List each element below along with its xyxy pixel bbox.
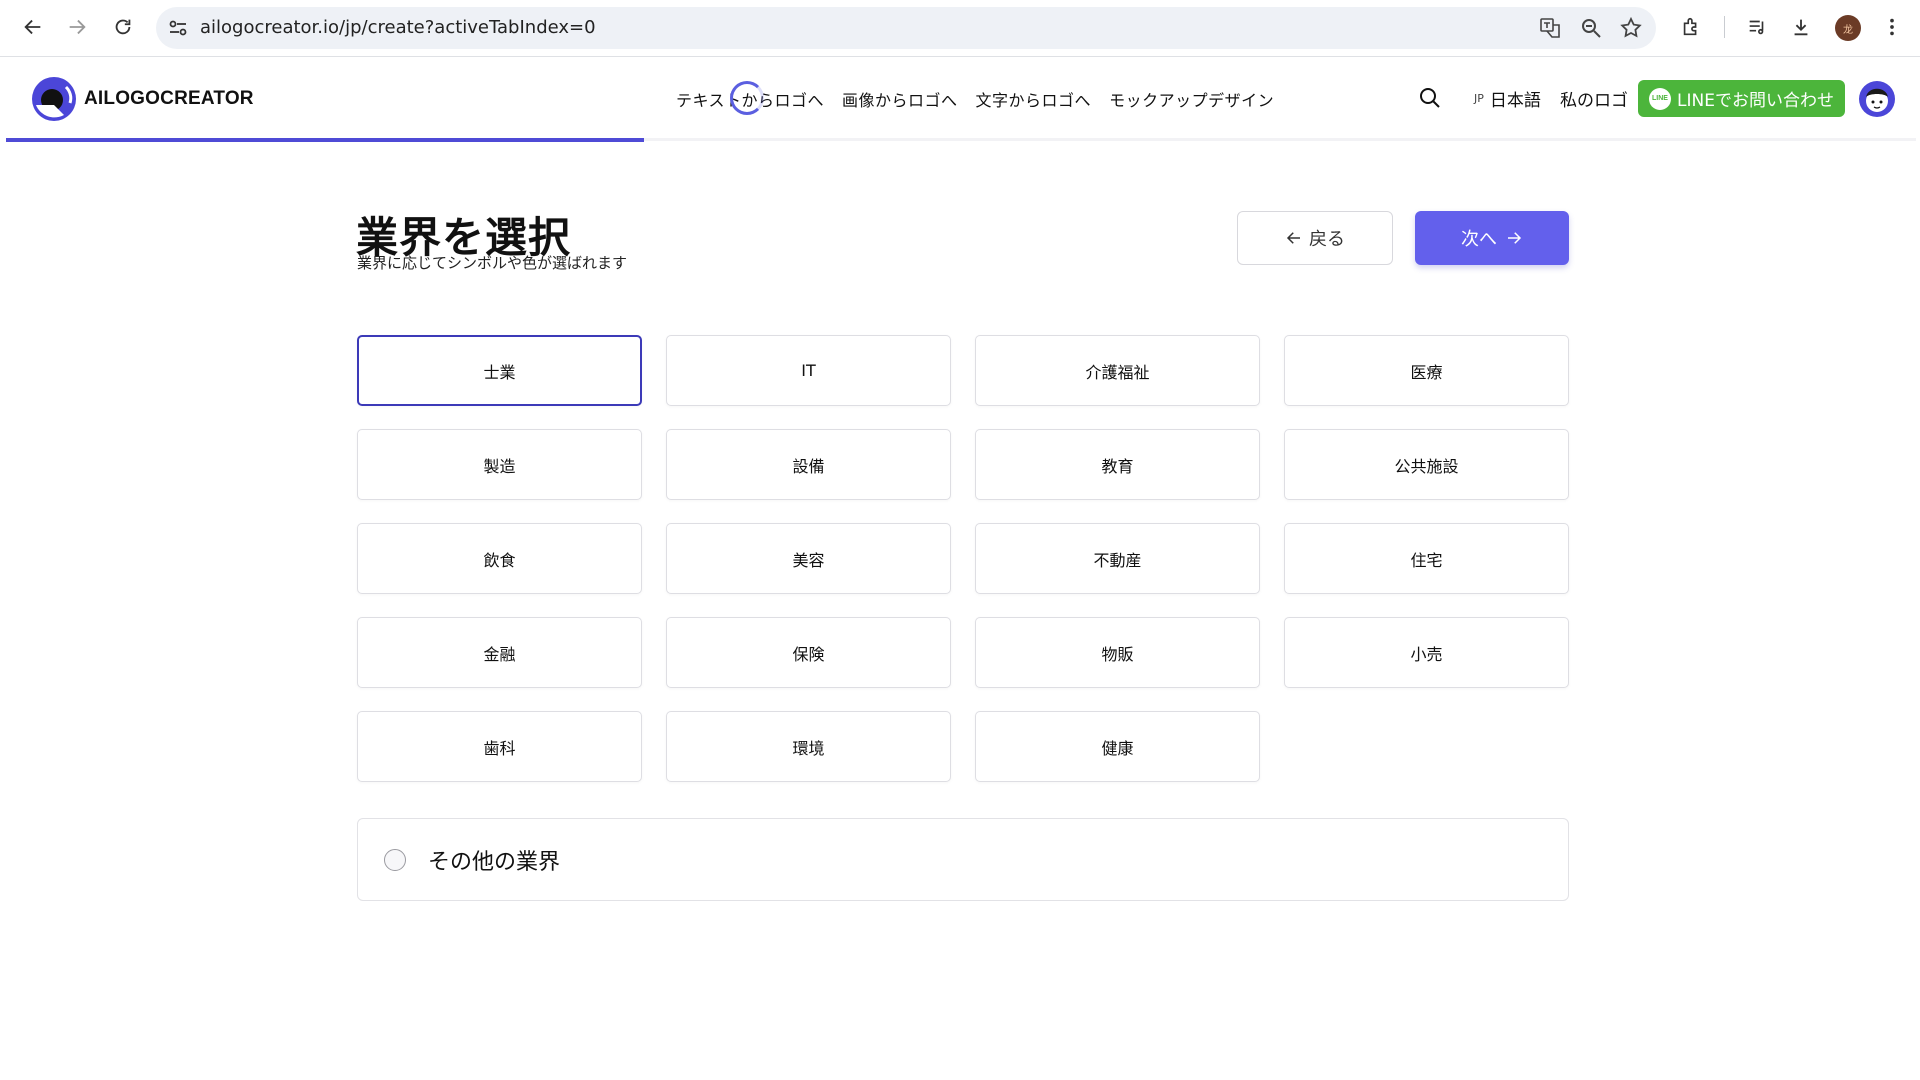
nav-mockup-design[interactable]: モックアップデザイン — [1109, 87, 1274, 111]
forward-arrow-icon[interactable] — [60, 10, 94, 44]
industry-card[interactable]: 歯科 — [357, 711, 642, 782]
site-logo[interactable]: AILOGOCREATOR — [30, 75, 254, 123]
industry-card[interactable]: 小売 — [1284, 617, 1569, 688]
language-code: JP — [1474, 91, 1484, 105]
next-button[interactable]: 次へ — [1415, 211, 1569, 265]
step-progress-fill — [6, 138, 644, 142]
nav-image-to-logo[interactable]: 画像からロゴへ — [842, 87, 958, 111]
industry-card[interactable]: 健康 — [975, 711, 1260, 782]
industry-card[interactable]: 環境 — [666, 711, 951, 782]
back-label: 戻る — [1309, 229, 1345, 250]
industry-card[interactable]: 飲食 — [357, 523, 642, 594]
page-subtitle: 業界に応じてシンボルや色が選ばれます — [357, 254, 628, 272]
language-label: 日本語 — [1489, 90, 1541, 111]
profile-initial: 龙 — [1843, 24, 1853, 36]
nav-character-to-logo[interactable]: 文字からロゴへ — [976, 87, 1092, 111]
line-contact-button[interactable]: LINE LINEでお問い合わせ — [1638, 80, 1845, 117]
download-icon[interactable] — [1786, 12, 1816, 42]
logo-mark-icon — [32, 77, 76, 121]
industry-card[interactable]: 保険 — [666, 617, 951, 688]
arrow-left-icon — [1286, 232, 1300, 244]
loading-spinner-icon — [730, 81, 764, 115]
url-text[interactable]: ailogocreator.io/jp/create?activeTabInde… — [200, 17, 596, 38]
back-arrow-icon[interactable] — [16, 10, 50, 44]
arrow-right-icon — [1508, 232, 1522, 244]
next-label: 次へ — [1461, 229, 1497, 250]
industry-card[interactable]: 公共施設 — [1284, 429, 1569, 500]
kebab-menu-icon[interactable] — [1877, 12, 1907, 42]
logo-text: AILOGOCREATOR — [84, 88, 254, 109]
industry-card[interactable]: 士業 — [357, 335, 642, 406]
site-settings-icon[interactable] — [166, 16, 190, 40]
industry-card[interactable]: 金融 — [357, 617, 642, 688]
industry-card[interactable]: 物販 — [975, 617, 1260, 688]
line-icon-text: LINE — [1652, 95, 1668, 102]
industry-card[interactable]: 不動産 — [975, 523, 1260, 594]
profile-avatar[interactable]: 龙 — [1835, 15, 1861, 41]
industry-card[interactable]: 設備 — [666, 429, 951, 500]
step-progress-bar — [6, 138, 1916, 142]
site-header: AILOGOCREATOR テキストからロゴへ 画像からロゴへ 文字からロゴへ … — [0, 57, 1920, 143]
user-avatar-icon[interactable] — [1858, 80, 1896, 118]
industry-card[interactable]: 医療 — [1284, 335, 1569, 406]
browser-toolbar: ailogocreator.io/jp/create?activeTabInde… — [0, 0, 1920, 56]
industry-card[interactable]: 介護福祉 — [975, 335, 1260, 406]
reload-icon[interactable] — [106, 10, 140, 44]
my-logos-link[interactable]: 私のロゴ — [1560, 79, 1628, 117]
other-industry-option[interactable]: その他の業界 — [357, 818, 1569, 901]
bookmark-star-icon[interactable] — [1619, 16, 1643, 40]
other-industry-radio[interactable] — [384, 848, 406, 871]
industry-card[interactable]: 製造 — [357, 429, 642, 500]
translate-icon[interactable] — [1538, 16, 1562, 40]
language-selector[interactable]: JP 日本語 — [1474, 79, 1541, 117]
industry-grid: 士業 IT 介護福祉 医療 製造 設備 教育 公共施設 飲食 美容 不動産 住宅… — [357, 335, 1570, 782]
industry-card[interactable]: 教育 — [975, 429, 1260, 500]
industry-card[interactable]: 住宅 — [1284, 523, 1569, 594]
industry-card[interactable]: IT — [666, 335, 951, 406]
line-contact-label: LINEでお問い合わせ — [1677, 91, 1834, 111]
line-icon: LINE — [1649, 87, 1672, 110]
main-nav: テキストからロゴへ 画像からロゴへ 文字からロゴへ モックアップデザイン — [676, 87, 1274, 111]
extensions-icon[interactable] — [1676, 12, 1706, 42]
search-icon[interactable] — [1418, 79, 1448, 117]
back-button[interactable]: 戻る — [1237, 211, 1393, 265]
other-industry-label: その他の業界 — [428, 849, 561, 875]
zoom-icon[interactable] — [1579, 16, 1603, 40]
toolbar-divider — [1724, 16, 1725, 38]
address-bar[interactable]: ailogocreator.io/jp/create?activeTabInde… — [156, 7, 1656, 49]
media-queue-icon[interactable] — [1742, 12, 1772, 42]
industry-card[interactable]: 美容 — [666, 523, 951, 594]
